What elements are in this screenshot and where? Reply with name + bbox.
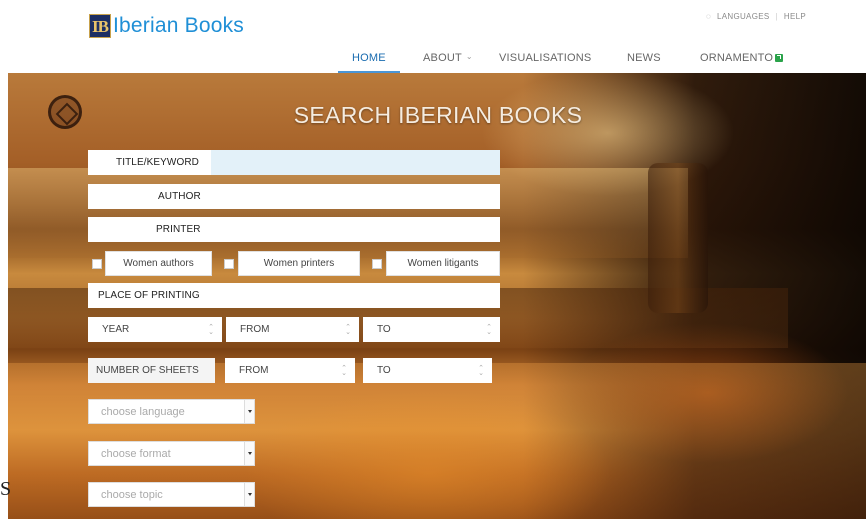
- title-keyword-label: TITLE/KEYWORD: [116, 157, 199, 168]
- format-placeholder: choose format: [101, 447, 171, 460]
- sheets-from-select[interactable]: FROM ⌃ ⌄: [225, 358, 355, 383]
- nav-visualisations[interactable]: VISUALISATIONS: [499, 52, 591, 73]
- site-header: IB Iberian Books ◌ LANGUAGES | HELP HOME…: [0, 0, 866, 73]
- format-dropdown[interactable]: choose format: [88, 441, 255, 466]
- stepper-icon: ⌃ ⌄: [478, 365, 484, 377]
- site-name: Iberian Books: [113, 14, 245, 37]
- sheets-from-label: FROM: [239, 365, 269, 376]
- chevron-down-icon: ⌄: [465, 52, 473, 61]
- stepper-icon: ⌃ ⌄: [345, 324, 351, 336]
- sheets-to-label: TO: [377, 365, 391, 376]
- nav-home[interactable]: HOME: [338, 52, 400, 73]
- main-nav: HOME ABOUT ⌄ VISUALISATIONS NEWS ORNAMENT…: [0, 52, 866, 73]
- women-authors-checkbox[interactable]: [92, 259, 102, 269]
- printer-input[interactable]: PRINTER: [88, 217, 500, 242]
- women-litigants-button[interactable]: Women litigants: [386, 251, 500, 276]
- help-link[interactable]: HELP: [784, 12, 806, 21]
- utility-nav: ◌ LANGUAGES | HELP: [706, 12, 806, 21]
- nav-news[interactable]: NEWS: [627, 52, 661, 73]
- nav-ornamento[interactable]: ORNAMENTO: [700, 52, 784, 73]
- nav-about-label: ABOUT: [423, 52, 462, 64]
- year-from-label: FROM: [240, 324, 270, 335]
- topic-dropdown[interactable]: choose topic: [88, 482, 255, 507]
- caret-down-icon: [244, 483, 254, 506]
- stepper-icon: ⌃ ⌄: [341, 365, 347, 377]
- author-label: AUTHOR: [158, 191, 201, 202]
- caret-down-icon: [244, 400, 254, 423]
- author-input[interactable]: AUTHOR: [88, 184, 500, 209]
- page-title: SEARCH IBERIAN BOOKS: [293, 102, 583, 128]
- caret-down-icon: [244, 442, 254, 465]
- sheets-to-select[interactable]: TO ⌃ ⌄: [363, 358, 492, 383]
- year-to-select[interactable]: TO ⌃ ⌄: [363, 317, 500, 342]
- util-separator: |: [775, 12, 778, 21]
- languages-link[interactable]: LANGUAGES: [717, 12, 770, 21]
- number-of-sheets-label-box: NUMBER OF SHEETS: [88, 358, 215, 383]
- ib-logo-icon: IB: [89, 14, 111, 38]
- site-logo[interactable]: IB Iberian Books: [89, 14, 244, 38]
- language-placeholder: choose language: [101, 405, 185, 418]
- title-keyword-input[interactable]: TITLE/KEYWORD: [88, 150, 500, 175]
- women-filters: Women authors Women printers Women litig…: [88, 251, 500, 276]
- year-from-select[interactable]: FROM ⌃ ⌄: [226, 317, 359, 342]
- number-of-sheets-label: NUMBER OF SHEETS: [96, 365, 199, 376]
- nav-ornamento-label: ORNAMENTO: [700, 52, 774, 64]
- place-of-printing-input[interactable]: PLACE OF PRINTING: [88, 283, 500, 308]
- external-link-icon: [775, 54, 784, 62]
- year-select[interactable]: YEAR ⌃ ⌄: [88, 317, 222, 342]
- women-litigants-checkbox[interactable]: [372, 259, 382, 269]
- women-printers-checkbox[interactable]: [224, 259, 234, 269]
- nav-about[interactable]: ABOUT ⌄: [423, 52, 473, 73]
- place-of-printing-label: PLACE OF PRINTING: [98, 290, 200, 301]
- women-printers-button[interactable]: Women printers: [238, 251, 360, 276]
- nav-home-label: HOME: [352, 52, 386, 64]
- printer-label: PRINTER: [156, 224, 201, 235]
- globe-icon: ◌: [705, 12, 711, 21]
- year-to-label: TO: [377, 324, 391, 335]
- language-dropdown[interactable]: choose language: [88, 399, 255, 424]
- women-authors-button[interactable]: Women authors: [105, 251, 212, 276]
- stepper-icon: ⌃ ⌄: [486, 324, 492, 336]
- year-label: YEAR: [102, 324, 130, 335]
- topic-placeholder: choose topic: [101, 488, 163, 501]
- nav-visualisations-label: VISUALISATIONS: [499, 52, 592, 64]
- stray-text: S: [0, 478, 12, 500]
- stepper-icon: ⌃ ⌄: [208, 324, 214, 336]
- nav-news-label: NEWS: [627, 52, 661, 64]
